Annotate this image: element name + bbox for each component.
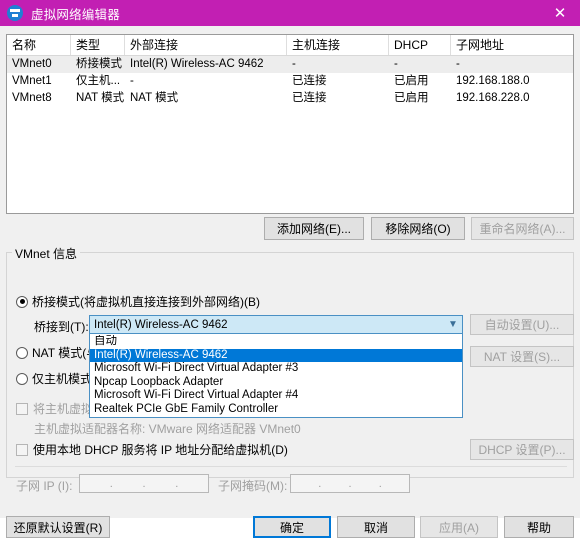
checkbox-indicator-icon [16, 402, 28, 415]
bridge-to-label: 桥接到(T): [34, 320, 89, 334]
table-row[interactable]: VMnet8 NAT 模式 NAT 模式 已连接 已启用 192.168.228… [7, 90, 573, 107]
cancel-button[interactable]: 取消 [337, 516, 415, 538]
ip-dot-separator: . [142, 477, 146, 490]
column-header-dhcp[interactable]: DHCP [389, 35, 451, 55]
dialog-client-area: 名称 类型 外部连接 主机连接 DHCP 子网地址 VMnet0 桥接模式 In… [0, 26, 580, 538]
remove-network-button[interactable]: 移除网络(O) [371, 217, 465, 240]
cell-name: VMnet1 [12, 75, 52, 87]
auto-settings-button: 自动设置(U)... [470, 314, 574, 335]
cell-dhcp: - [394, 58, 398, 70]
ip-dot-separator: . [175, 477, 179, 490]
cell-type: 桥接模式 [76, 58, 122, 70]
subnet-ip-input: . . . [79, 474, 209, 493]
list-header-row: 名称 类型 外部连接 主机连接 DHCP 子网地址 [7, 35, 573, 56]
divider [15, 466, 567, 467]
cell-external: NAT 模式 [130, 92, 179, 104]
title-bar: 虚拟网络编辑器 ✕ [0, 0, 580, 26]
column-header-host-connection[interactable]: 主机连接 [287, 35, 389, 55]
nat-settings-button: NAT 设置(S)... [470, 346, 574, 367]
cell-name: VMnet0 [12, 58, 52, 70]
column-header-type[interactable]: 类型 [71, 35, 125, 55]
restore-defaults-button[interactable]: 还原默认设置(R) [6, 516, 110, 538]
column-header-external-connection[interactable]: 外部连接 [125, 35, 287, 55]
cell-dhcp: 已启用 [394, 92, 429, 104]
rename-network-button: 重命名网络(A)... [471, 217, 574, 240]
radio-indicator-icon [16, 372, 28, 385]
column-header-name[interactable]: 名称 [7, 35, 71, 55]
radio-indicator-icon [16, 295, 28, 308]
ip-dot-separator: . [318, 477, 322, 490]
dropdown-option-ms-wifi-direct-3[interactable]: Microsoft Wi-Fi Direct Virtual Adapter #… [90, 362, 462, 376]
subnet-ip-label: 子网 IP (I): [16, 479, 73, 493]
bridge-to-combobox[interactable]: Intel(R) Wireless-AC 9462 ▼ [89, 315, 463, 334]
ok-button[interactable]: 确定 [253, 516, 331, 538]
dropdown-option-npcap-loopback[interactable]: Npcap Loopback Adapter [90, 376, 462, 390]
checkbox-host-virtual-adapter[interactable]: 将主机虚拟 [16, 400, 93, 417]
dropdown-option-intel-wireless-ac-9462[interactable]: Intel(R) Wireless-AC 9462 [90, 348, 462, 362]
close-icon[interactable]: ✕ [540, 0, 580, 26]
ip-dot-separator: . [348, 477, 352, 490]
checkbox-local-dhcp[interactable]: 使用本地 DHCP 服务将 IP 地址分配给虚拟机(D) [16, 441, 288, 458]
chevron-down-icon[interactable]: ▼ [444, 316, 462, 333]
dropdown-option-ms-wifi-direct-4[interactable]: Microsoft Wi-Fi Direct Virtual Adapter #… [90, 389, 462, 403]
cell-subnet: 192.168.228.0 [456, 92, 530, 104]
dropdown-option-realtek-pcie-gbe[interactable]: Realtek PCIe GbE Family Controller [90, 403, 462, 417]
cell-type: NAT 模式 [76, 92, 125, 104]
checkbox-indicator-icon [16, 443, 28, 456]
checkbox-local-dhcp-label: 使用本地 DHCP 服务将 IP 地址分配给虚拟机(D) [33, 443, 288, 457]
subnet-mask-label: 子网掩码(M): [218, 479, 288, 493]
cell-dhcp: 已启用 [394, 75, 429, 87]
vmnet-info-group-title: VMnet 信息 [12, 245, 81, 262]
ip-dot-separator: . [378, 477, 382, 490]
bridge-to-selected-value: Intel(R) Wireless-AC 9462 [94, 318, 228, 331]
cell-type: 仅主机... [76, 75, 121, 87]
cell-external: Intel(R) Wireless-AC 9462 [130, 58, 264, 70]
dropdown-option-auto[interactable]: 自动 [90, 335, 462, 349]
bridge-to-dropdown-list[interactable]: 自动 Intel(R) Wireless-AC 9462 Microsoft W… [89, 333, 463, 418]
radio-hostonly-mode[interactable]: 仅主机模式 [16, 370, 92, 387]
checkbox-host-virtual-adapter-label: 将主机虚拟 [33, 402, 94, 416]
cell-host: 已连接 [292, 92, 327, 104]
window-title: 虚拟网络编辑器 [31, 7, 120, 22]
radio-bridged-mode[interactable]: 桥接模式(将虚拟机直接连接到外部网络)(B) [16, 293, 260, 310]
radio-hostonly-mode-label: 仅主机模式 [32, 372, 93, 386]
virtual-network-list[interactable]: 名称 类型 外部连接 主机连接 DHCP 子网地址 VMnet0 桥接模式 In… [6, 34, 574, 214]
table-row[interactable]: VMnet1 仅主机... - 已连接 已启用 192.168.188.0 [7, 73, 573, 90]
radio-indicator-icon [16, 346, 28, 359]
vmware-logo-icon [7, 5, 23, 21]
cell-subnet: - [456, 58, 460, 70]
cell-host: 已连接 [292, 75, 327, 87]
cell-external: - [130, 75, 134, 87]
radio-nat-mode[interactable]: NAT 模式(与 [16, 344, 98, 361]
subnet-mask-input: . . . [290, 474, 410, 493]
add-network-button[interactable]: 添加网络(E)... [264, 217, 364, 240]
apply-button: 应用(A) [420, 516, 498, 538]
cell-subnet: 192.168.188.0 [456, 75, 530, 87]
host-virtual-adapter-name: 主机虚拟适配器名称: VMware 网络适配器 VMnet0 [34, 422, 301, 436]
cell-host: - [292, 58, 296, 70]
dhcp-settings-button: DHCP 设置(P)... [470, 439, 574, 460]
help-button[interactable]: 帮助 [504, 516, 574, 538]
cell-name: VMnet8 [12, 92, 52, 104]
table-row[interactable]: VMnet0 桥接模式 Intel(R) Wireless-AC 9462 - … [7, 56, 573, 73]
radio-bridged-mode-label: 桥接模式(将虚拟机直接连接到外部网络)(B) [32, 295, 260, 309]
column-header-subnet-address[interactable]: 子网地址 [451, 35, 573, 55]
ip-dot-separator: . [109, 477, 113, 490]
